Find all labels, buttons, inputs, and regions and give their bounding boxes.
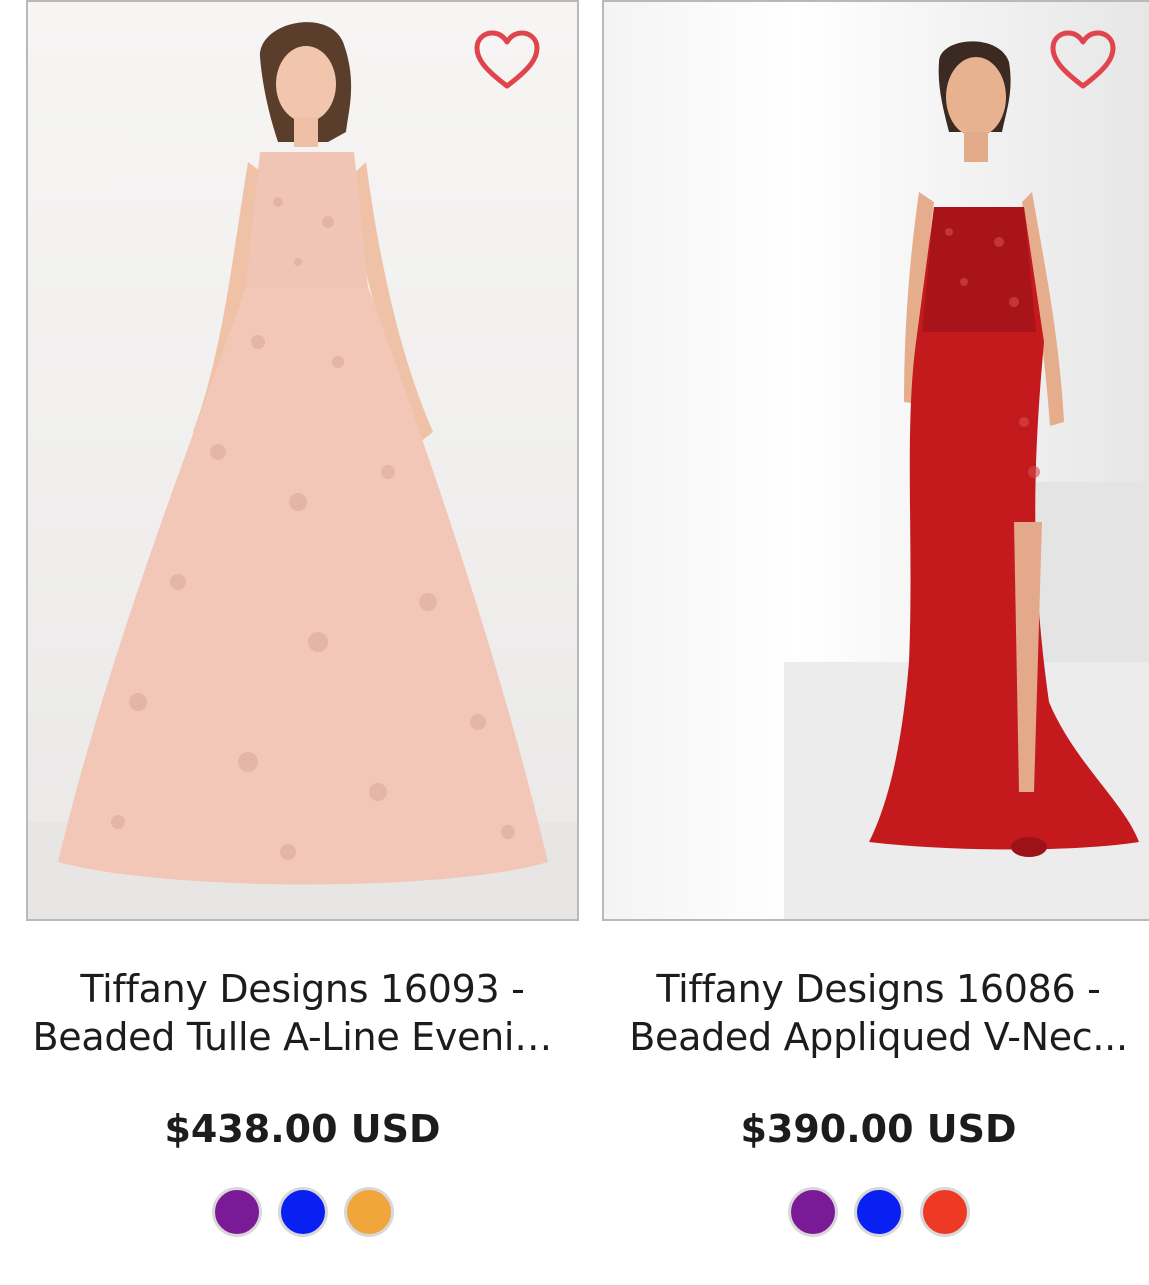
product-image[interactable]: [602, 0, 1149, 921]
color-swatch-purple[interactable]: [787, 1187, 838, 1237]
color-swatches: [602, 1187, 1149, 1237]
product-card[interactable]: Tiffany Designs 16086 - Beaded Appliqued…: [602, 0, 1149, 1237]
wishlist-heart-icon[interactable]: [1049, 30, 1117, 92]
product-price: $390.00 USD: [740, 1107, 1017, 1151]
color-swatch-blue[interactable]: [853, 1187, 904, 1237]
dress-photo: [784, 41, 1149, 919]
color-swatch-red[interactable]: [919, 1187, 970, 1237]
product-title-line2: Beaded Tulle A-Line Evenin...: [32, 1015, 573, 1059]
product-image[interactable]: [26, 0, 579, 921]
color-swatches: [26, 1187, 579, 1237]
color-swatch-purple[interactable]: [211, 1187, 262, 1237]
product-title[interactable]: Tiffany Designs 16086 - Beaded Appliqued…: [602, 965, 1149, 1061]
color-swatch-gold[interactable]: [343, 1187, 394, 1237]
product-title[interactable]: Tiffany Designs 16093 - Beaded Tulle A-L…: [26, 965, 579, 1061]
product-title-line1: Tiffany Designs 16093 -: [80, 967, 525, 1011]
product-price: $438.00 USD: [164, 1107, 441, 1151]
dress-photo: [28, 22, 577, 919]
color-swatch-blue[interactable]: [277, 1187, 328, 1237]
wishlist-heart-icon[interactable]: [473, 30, 541, 92]
product-title-line2: Beaded Appliqued V-Nec...: [629, 1015, 1128, 1059]
product-card[interactable]: Tiffany Designs 16093 - Beaded Tulle A-L…: [26, 0, 579, 1237]
product-title-line1: Tiffany Designs 16086 -: [656, 967, 1101, 1011]
